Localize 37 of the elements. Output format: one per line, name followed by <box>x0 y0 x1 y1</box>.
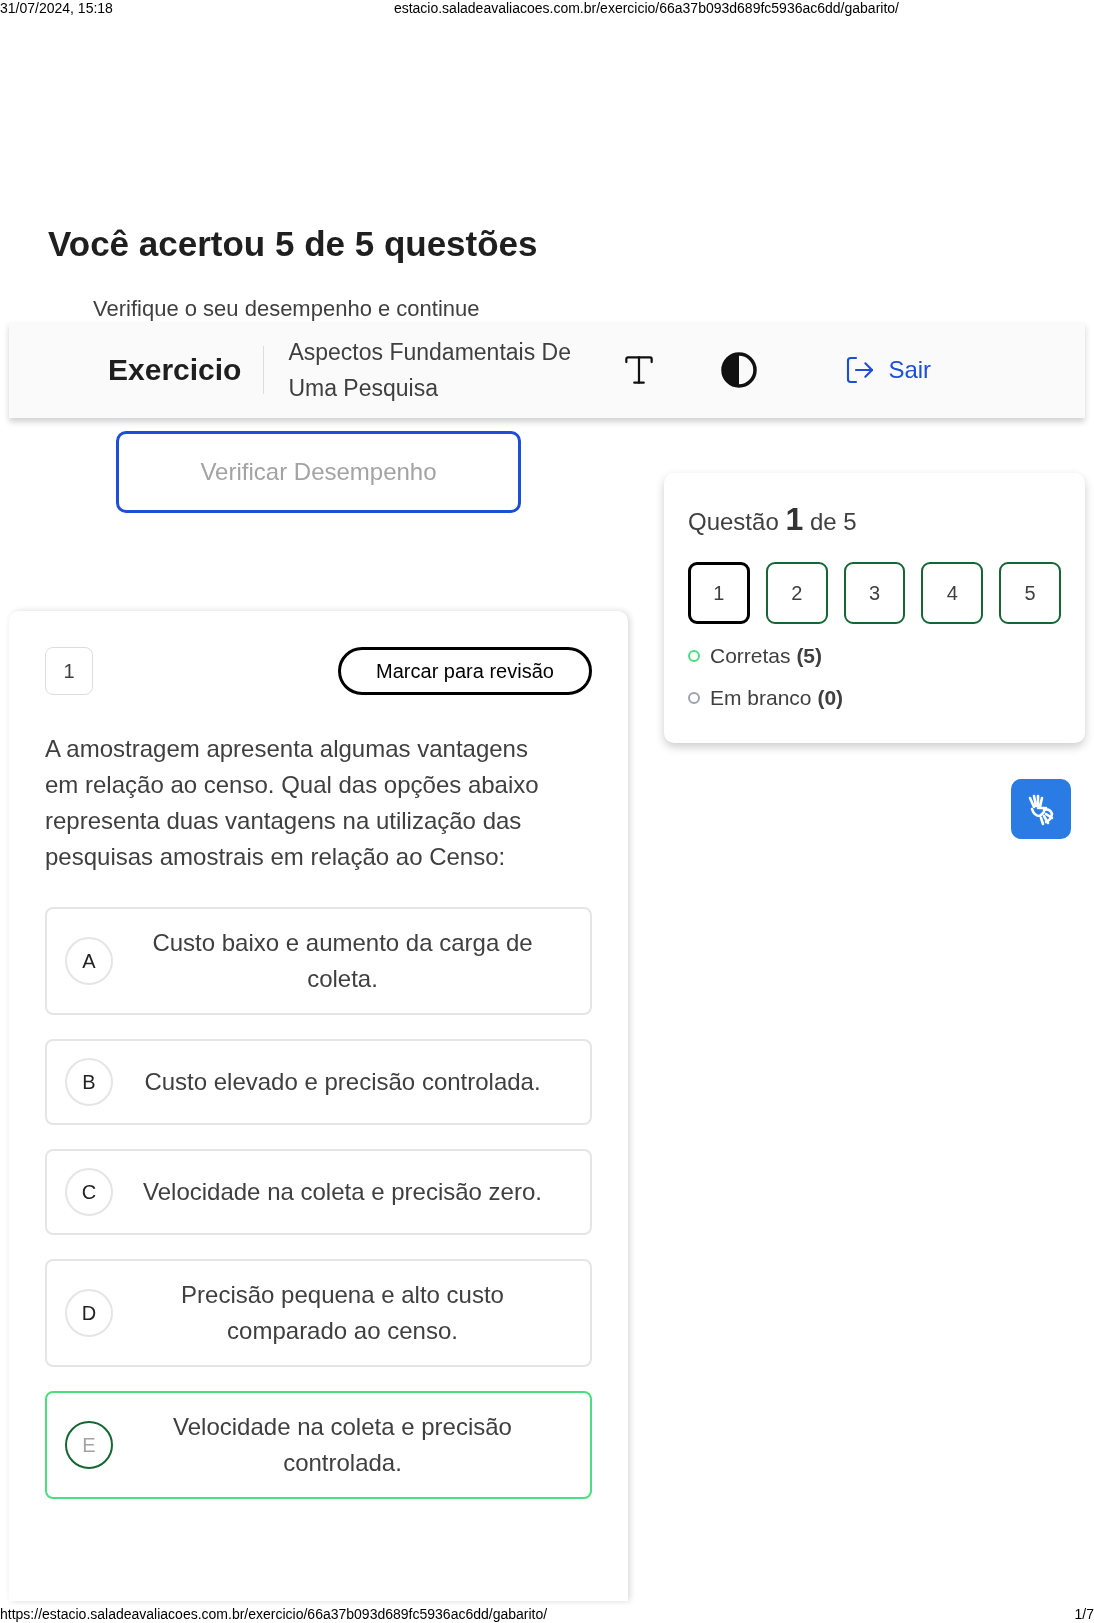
option-text: Velocidade na coleta e precisão zero. <box>142 1177 543 1207</box>
answer-option[interactable]: C Velocidade na coleta e precisão zero. <box>45 1149 592 1235</box>
answer-option[interactable]: A Custo baixo e aumento da carga de coleta. <box>45 907 592 1015</box>
answer-option[interactable]: B Custo elevado e precisão controlada. <box>45 1039 592 1125</box>
result-subtitle: Verifique o seu desempenho e continue <box>93 296 480 322</box>
question-nav-button[interactable]: 4 <box>921 562 984 624</box>
contrast-icon[interactable] <box>720 351 759 389</box>
answer-option[interactable]: D Precisão pequena e alto custo comparado ao censo. <box>45 1259 592 1367</box>
page-url: estacio.saladeavaliacoes.com.br/exercicio/66a37b093d689fc5936ac6dd/gabarito/ <box>393 0 899 16</box>
result-title: Você acertou 5 de 5 questões <box>48 223 538 265</box>
option-text: Velocidade na coleta e precisão controlada. <box>172 1412 513 1478</box>
exit-button[interactable]: Sair <box>844 352 932 388</box>
option-text: Custo elevado e precisão controlada. <box>143 1067 542 1097</box>
option-text: Precisão pequena e alto custo comparado ao censo. <box>180 1280 505 1346</box>
question-counter: Questão 1 de 5 <box>688 503 857 538</box>
brand-title: Exercicio <box>108 346 265 394</box>
question-nav-button[interactable]: 3 <box>843 562 906 624</box>
question-nav-button[interactable]: 2 <box>765 562 828 624</box>
question-text: A amostragem apresenta algumas vantagens em relação ao censo. Qual das opções abaixo representa duas vantagens na utilização das pesquisas amostrais em relação ao Censo: <box>45 734 540 872</box>
question-nav-button[interactable]: 5 <box>999 562 1061 624</box>
question-number: 1 <box>45 647 93 695</box>
option-letter: B <box>65 1058 113 1106</box>
mark-review-button[interactable]: Marcar para revisão <box>338 647 592 695</box>
sign-language-button[interactable] <box>1011 779 1071 839</box>
legend-label: Corretas (5) <box>710 643 823 669</box>
option-text: Custo baixo e aumento da carga de coleta. <box>151 928 534 994</box>
topic-title: Aspectos Fundamentais De Uma Pesquisa <box>288 338 572 403</box>
option-letter: D <box>65 1289 113 1337</box>
print-date: 31/07/2024, 15:18 <box>0 0 113 16</box>
option-letter: E <box>65 1421 113 1469</box>
page-number: 1/7 <box>1074 1605 1094 1623</box>
option-letter: A <box>65 937 113 985</box>
answer-option[interactable]: E Velocidade na coleta e precisão controlada. <box>45 1391 592 1499</box>
question-nav-button[interactable]: 1 <box>688 562 750 624</box>
legend-label: Em branco (0) <box>710 685 844 711</box>
option-letter: C <box>65 1168 113 1216</box>
page-url: https://estacio.saladeavaliacoes.com.br/exercicio/66a37b093d689fc5936ac6dd/gabarito/ <box>0 1605 548 1623</box>
